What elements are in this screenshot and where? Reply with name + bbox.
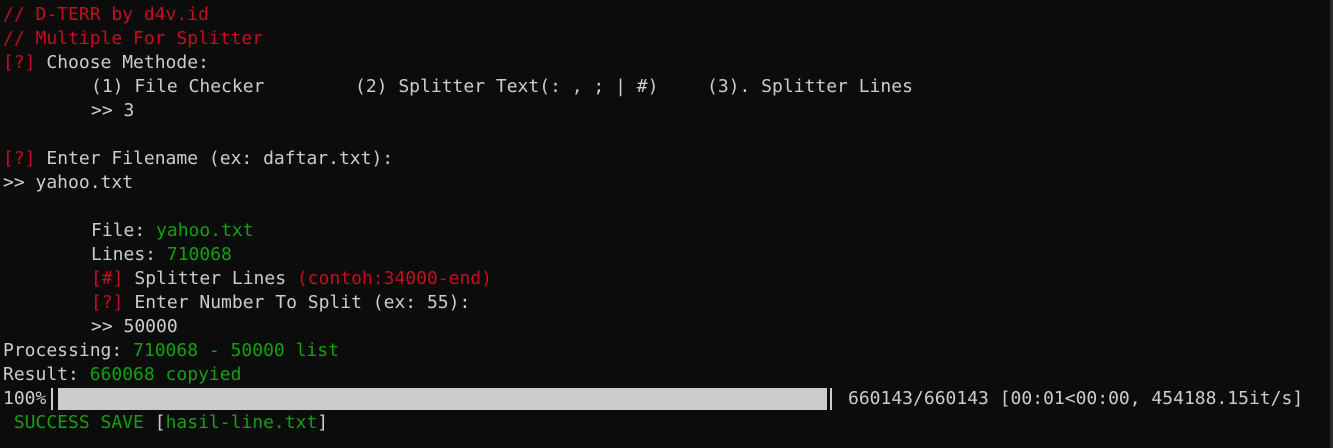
file-label: File: [91, 220, 157, 241]
success-bracket-close: ] [317, 412, 329, 433]
success-bracket-open: [ [154, 412, 166, 433]
split-mark: [?] [91, 292, 124, 313]
file-line: File: yahoo.txt [3, 219, 254, 243]
lines-label: Lines: [91, 244, 167, 265]
result-value: 660068 copyied [89, 364, 242, 385]
progress-bar [58, 388, 827, 410]
option-splitter-lines: (3). Splitter Lines [707, 76, 913, 97]
splitter-lines-line: [#] Splitter Lines (contoh:34000-end) [3, 267, 492, 291]
result-line: Result: 660068 copyied [3, 363, 241, 387]
result-label: Result: [3, 364, 90, 385]
filename-prompt: [?] Enter Filename (ex: daftar.txt): [3, 147, 393, 171]
success-line: SUCCESS SAVE [hasil-line.txt] [3, 411, 328, 435]
progress-percent: 100% [3, 388, 47, 409]
prompt-text: Enter Filename (ex: daftar.txt): [35, 148, 394, 169]
success-text: SUCCESS SAVE [3, 412, 155, 433]
banner-title: // D-TERR by d4v.id [3, 4, 209, 25]
splitter-hint: (contoh:34000-end) [296, 268, 492, 289]
lines-line: Lines: 710068 [3, 243, 232, 267]
progress-bar-left-edge [51, 388, 53, 410]
split-number-prompt: [?] Enter Number To Split (ex: 55): [3, 291, 470, 315]
splitter-text: Splitter Lines [123, 268, 297, 289]
option-splitter-text: (2) Splitter Text(: , ; | #) [355, 76, 659, 97]
option-file-checker: (1) File Checker [91, 76, 265, 97]
processing-value: 710068 - 50000 list [133, 340, 339, 361]
progress-stats: 660143/660143 [00:01<00:00, 454188.15it/… [848, 388, 1304, 409]
processing-line: Processing: 710068 - 50000 list [3, 339, 339, 363]
splitter-mark: [#] [91, 268, 124, 289]
progress-bar-fill [58, 388, 827, 410]
banner-subtitle: // Multiple For Splitter [3, 28, 264, 49]
success-filename: hasil-line.txt [165, 412, 318, 433]
choose-method-prompt: [?] Choose Methode: [3, 51, 209, 75]
prompt-mark: [?] [3, 148, 36, 169]
method-options: (1) File Checker (2) Splitter Text(: , ;… [3, 75, 1003, 99]
prompt-mark: [?] [3, 52, 36, 73]
lines-value: 710068 [166, 244, 232, 265]
filename-input: >> yahoo.txt [3, 172, 134, 193]
split-number-input: >> 50000 [3, 315, 178, 339]
terminal-window[interactable]: // D-TERR by d4v.id // Multiple For Spli… [0, 0, 1333, 448]
split-text: Enter Number To Split (ex: 55): [123, 292, 471, 313]
split-input: >> 50000 [91, 316, 178, 337]
processing-label: Processing: [3, 340, 134, 361]
choice-input: >> 3 [91, 100, 135, 121]
progress-bar-right-edge [830, 388, 832, 410]
prompt-text: Choose Methode: [35, 52, 209, 73]
method-choice: >> 3 [3, 99, 134, 123]
file-value: yahoo.txt [156, 220, 254, 241]
